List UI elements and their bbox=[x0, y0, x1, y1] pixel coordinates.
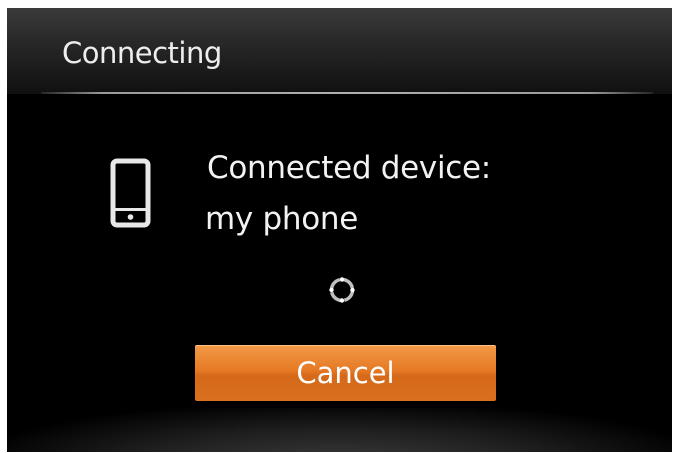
cancel-button[interactable]: Cancel bbox=[195, 345, 496, 401]
screen-title: Connecting bbox=[62, 36, 222, 70]
camera-screen: Connecting Connected device: my phone Ca… bbox=[7, 8, 672, 452]
header-divider bbox=[41, 92, 653, 94]
header-bar: Connecting bbox=[7, 8, 672, 94]
connected-device-label: Connected device: bbox=[207, 150, 491, 186]
connected-device-name: my phone bbox=[205, 201, 359, 237]
loading-spinner-icon bbox=[329, 277, 355, 303]
bottom-shading bbox=[7, 408, 672, 452]
smartphone-icon bbox=[110, 158, 151, 228]
